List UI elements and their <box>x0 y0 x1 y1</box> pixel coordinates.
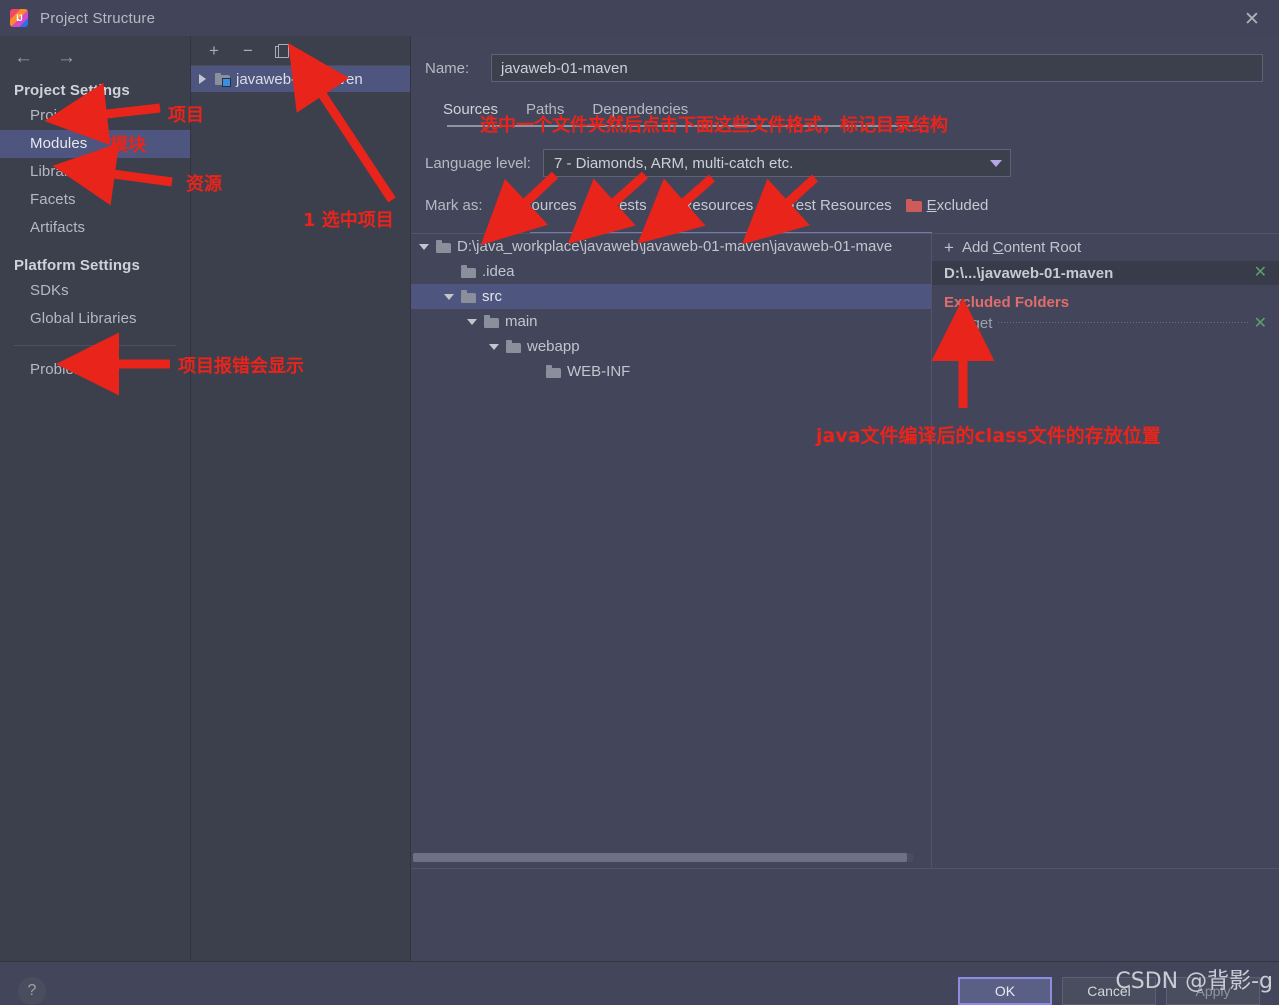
sidebar-item-libraries[interactable]: Libraries <box>0 158 190 186</box>
arrow-left-icon[interactable]: ← <box>14 48 33 67</box>
tree-row[interactable]: main <box>411 309 931 334</box>
chevron-down-icon[interactable] <box>990 159 1002 167</box>
sidebar-divider <box>14 345 176 346</box>
folder-resources-icon <box>660 198 678 213</box>
mark-as-tests-button[interactable]: Tests <box>590 197 647 214</box>
folder-icon <box>506 340 521 353</box>
tree-row-label: WEB-INF <box>567 363 631 380</box>
intellij-idea-logo <box>10 9 28 27</box>
sidebar-item-facets[interactable]: Facets <box>0 186 190 214</box>
tree-row[interactable]: D:\java_workplace\javaweb\javaweb-01-mav… <box>411 234 931 259</box>
module-folder-icon <box>215 72 231 87</box>
module-label: javaweb-01-maven <box>236 70 363 88</box>
sidebar-group-platform-settings: Platform Settings <box>14 257 140 274</box>
mark-as-test-resources-button[interactable]: Test Resources <box>766 196 892 214</box>
annotation-project: 项目 <box>168 105 204 126</box>
mark-as-row: Mark as: Sources Tests Resources Test Re… <box>425 194 1279 216</box>
language-level-select[interactable]: 7 - Diamonds, ARM, multi-catch etc. <box>543 149 1011 177</box>
sidebar-item-problems[interactable]: Problems <box>0 356 190 384</box>
module-editor-panel: Name: javaweb-01-maven Sources Paths Dep… <box>411 36 1279 961</box>
window-title: Project Structure <box>40 9 156 27</box>
tree-row-label: src <box>482 288 502 305</box>
annotation-target: java文件编译后的class文件的存放位置 <box>816 425 1161 447</box>
folder-tests-icon <box>590 198 607 212</box>
sidebar-item-project[interactable]: Project <box>0 102 190 130</box>
csdn-watermark: CSDN @背影-g <box>1115 969 1273 994</box>
folder-icon <box>484 315 499 328</box>
close-icon[interactable]: ✕ <box>1241 8 1263 30</box>
content-root-details: + Add Content Root D:\...\javaweb-01-mav… <box>932 234 1279 868</box>
sidebar-item-modules[interactable]: Modules <box>0 130 190 158</box>
tree-row[interactable]: src <box>411 284 931 309</box>
folder-sources-icon <box>500 198 517 212</box>
remove-module-button[interactable]: − <box>239 42 257 59</box>
folder-icon <box>546 365 561 378</box>
modules-toolbar: + − <box>191 36 410 66</box>
arrow-right-icon[interactable]: → <box>57 48 76 67</box>
sidebar-item-global-libraries[interactable]: Global Libraries <box>0 305 190 333</box>
sidebar-item-sdks[interactable]: SDKs <box>0 277 190 305</box>
mark-as-resources-button[interactable]: Resources <box>660 196 754 214</box>
tree-row[interactable]: WEB-INF <box>411 359 931 384</box>
folder-icon <box>461 265 476 278</box>
excluded-folder-label: target <box>954 315 993 332</box>
language-level-label: Language level: <box>425 154 531 172</box>
remove-content-root-icon[interactable]: ✕ <box>1254 265 1267 281</box>
help-button[interactable]: ? <box>18 977 46 1005</box>
tree-row-label: .idea <box>482 263 515 280</box>
modules-panel: + − javaweb-01-maven <box>191 36 411 961</box>
ok-button[interactable]: OK <box>958 977 1052 1005</box>
add-content-root-button[interactable]: + Add Content Root <box>932 234 1279 261</box>
folder-excluded-icon <box>905 198 922 212</box>
sidebar-item-artifacts[interactable]: Artifacts <box>0 214 190 242</box>
annotation-modules: 模块 <box>110 135 146 156</box>
folder-icon <box>461 290 476 303</box>
mark-as-test-resources-label: Test Resources <box>788 196 892 214</box>
tree-row[interactable]: webapp <box>411 334 931 359</box>
chevron-down-icon[interactable] <box>419 243 429 250</box>
tree-row[interactable]: .idea <box>411 259 931 284</box>
tree-row-label: webapp <box>527 338 580 355</box>
annotation-problems: 项目报错会显示 <box>178 356 304 377</box>
annotation-mark-as: 选中一个文件夹然后点击下面这些文件格式，标记目录结构 <box>480 115 948 136</box>
language-level-value: 7 - Diamonds, ARM, multi-catch etc. <box>554 154 794 172</box>
excluded-folders-title: Excluded Folders <box>944 294 1070 311</box>
content-root-tree[interactable]: D:\java_workplace\javaweb\javaweb-01-mav… <box>411 234 932 868</box>
excluded-folder-row[interactable]: target ✕ <box>932 313 1279 332</box>
annotation-libraries: 资源 <box>186 174 222 195</box>
remove-excluded-folder-icon[interactable]: ✕ <box>1254 315 1267 332</box>
content-roots-area: D:\java_workplace\javaweb\javaweb-01-mav… <box>411 233 1279 869</box>
sidebar-nav-arrows: ← → <box>0 36 190 67</box>
project-structure-dialog: Project Structure ✕ ← → Project Settings… <box>0 0 1279 1005</box>
mark-as-label: Mark as: <box>425 196 483 214</box>
chevron-down-icon[interactable] <box>444 293 454 300</box>
mark-as-sources-button[interactable]: Sources <box>500 197 577 214</box>
module-list-item[interactable]: javaweb-01-maven <box>191 66 410 92</box>
annotation-select-module: 1 选中项目 <box>303 210 394 231</box>
folder-test-resources-icon <box>766 198 785 213</box>
mark-as-excluded-button[interactable]: Excluded <box>905 197 988 214</box>
folder-icon <box>436 240 451 253</box>
tree-row-label: main <box>505 313 538 330</box>
module-name-input[interactable]: javaweb-01-maven <box>491 54 1263 82</box>
settings-sidebar: ← → Project Settings Project Modules Lib… <box>0 36 191 961</box>
tree-row-label: D:\java_workplace\javaweb\javaweb-01-mav… <box>457 238 893 255</box>
sidebar-group-project-settings: Project Settings <box>14 82 130 99</box>
title-bar: Project Structure ✕ <box>0 0 1279 36</box>
chevron-down-icon[interactable] <box>467 318 477 325</box>
module-name-row: Name: javaweb-01-maven <box>411 53 1279 83</box>
chevron-right-icon[interactable] <box>199 74 206 84</box>
name-label: Name: <box>425 59 470 77</box>
mark-as-resources-label: Resources <box>681 196 754 214</box>
tree-horizontal-scrollbar[interactable] <box>413 853 913 862</box>
plus-icon: + <box>944 238 954 257</box>
content-root-path: D:\...\javaweb-01-maven <box>944 264 1114 282</box>
dotted-leader <box>998 321 1248 323</box>
content-root-header: D:\...\javaweb-01-maven ✕ <box>932 261 1279 285</box>
chevron-down-icon[interactable] <box>489 343 499 350</box>
copy-module-icon[interactable] <box>273 43 291 58</box>
language-level-row: Language level: 7 - Diamonds, ARM, multi… <box>425 149 1279 177</box>
add-module-button[interactable]: + <box>205 42 223 59</box>
